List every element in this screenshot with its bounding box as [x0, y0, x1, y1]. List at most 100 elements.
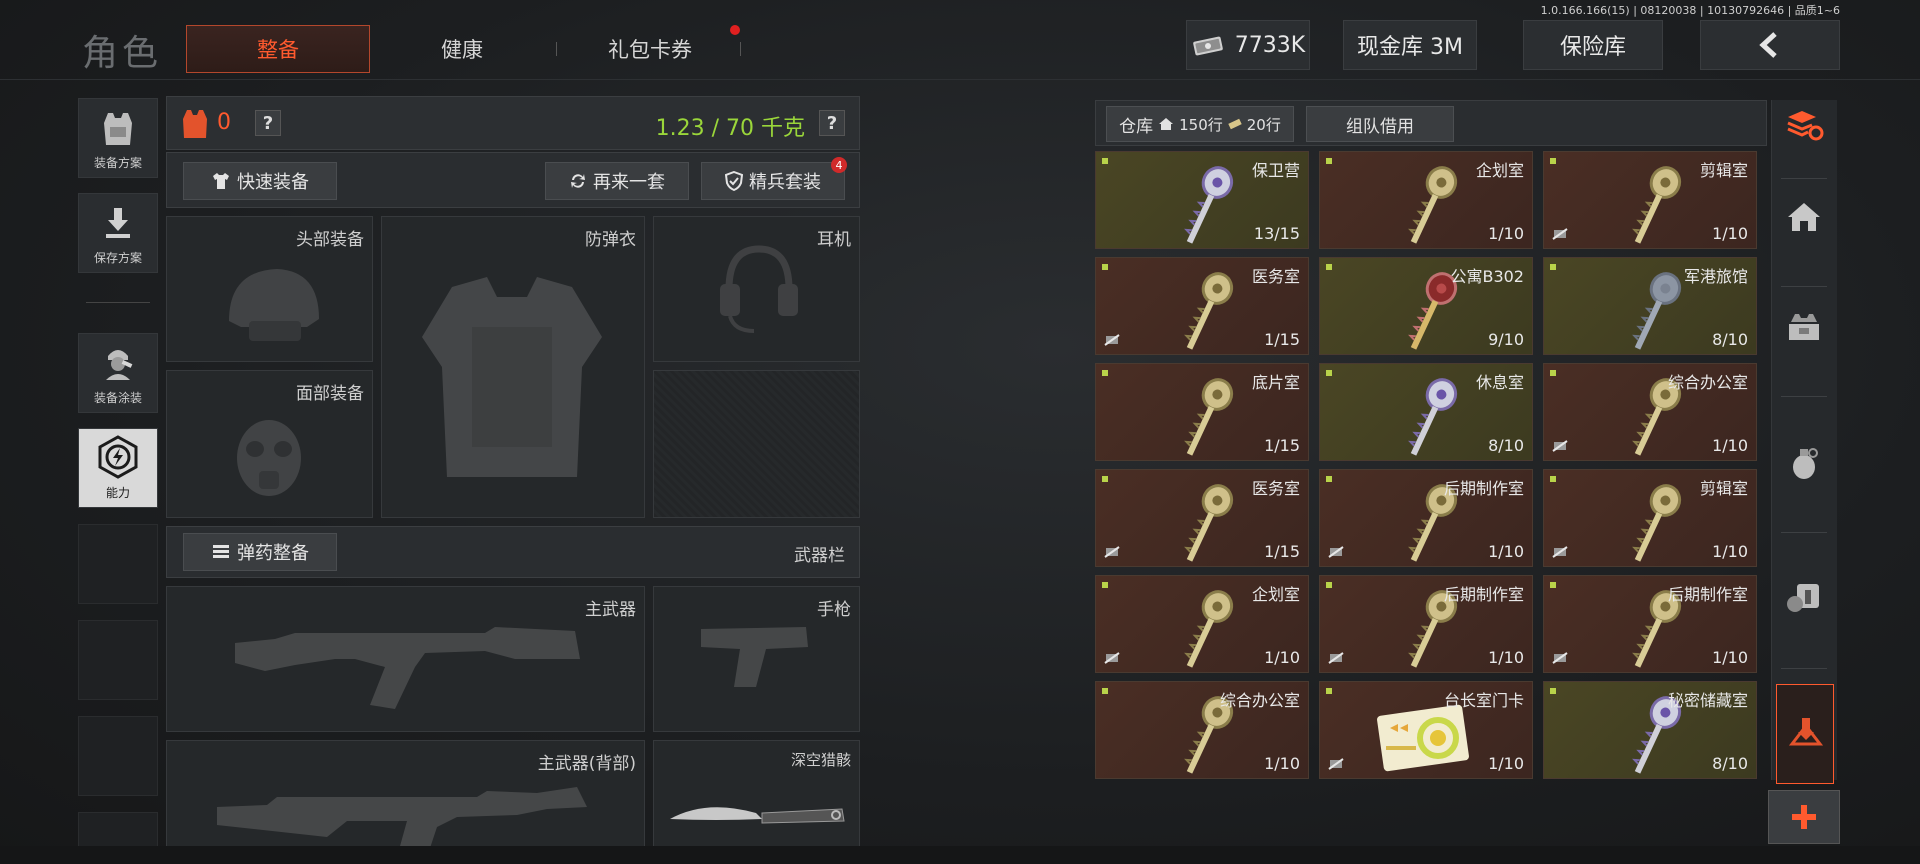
elite-set-button[interactable]: 精兵套装	[701, 162, 845, 200]
weight-display: 1.23 / 70 千克	[655, 116, 805, 141]
tab-gift-cards[interactable]: 礼包卡券	[580, 25, 720, 73]
currency-display[interactable]: 7733K	[1186, 20, 1310, 70]
warehouse-item[interactable]: 医务室 1/15	[1095, 257, 1309, 355]
cash-vault-button[interactable]: 现金库 3M	[1343, 20, 1477, 70]
sidebar-item-label: 能力	[105, 486, 130, 500]
key-icon	[1184, 484, 1234, 562]
tab-separator	[740, 42, 741, 56]
item-quantity: 1/10	[1488, 754, 1524, 773]
item-name: 企划室	[1475, 161, 1524, 180]
sidebar-item-save-plan[interactable]: 保存方案	[78, 193, 158, 273]
new-item-marker	[1326, 476, 1332, 482]
new-item-marker	[1550, 370, 1556, 376]
item-name: 剪辑室	[1699, 161, 1748, 180]
warehouse-item[interactable]: 秘密储藏室 8/10	[1543, 681, 1757, 779]
quick-equip-button[interactable]: 快速装备	[183, 162, 337, 200]
sidebar-item-label: 装备方案	[93, 156, 142, 170]
rail-divider	[1781, 532, 1827, 533]
warehouse-item[interactable]: 休息室 8/10	[1319, 363, 1533, 461]
rail-home-button[interactable]	[1777, 190, 1831, 244]
slot-label: 主武器(背部)	[537, 754, 636, 774]
insurance-vault-button[interactable]: 保险库	[1523, 20, 1663, 70]
item-quantity: 9/10	[1488, 330, 1524, 349]
pistol-slot[interactable]: 手枪	[653, 586, 860, 732]
rail-tools-button[interactable]	[1776, 684, 1834, 784]
rail-grenade-button[interactable]	[1777, 436, 1831, 490]
warehouse-item[interactable]: 综合办公室 1/10	[1095, 681, 1309, 779]
sidebar-item-skin[interactable]: 装备涂装	[78, 333, 158, 413]
warehouse-tab[interactable]: 仓库 150行 20行	[1106, 106, 1294, 142]
rail-add-button[interactable]	[1768, 790, 1840, 844]
item-name: 保卫营	[1251, 161, 1300, 180]
warehouse-item[interactable]: 综合办公室 1/10	[1543, 363, 1757, 461]
sidebar-item-ability[interactable]: 能力	[78, 428, 158, 508]
sidebar-item-loadout-plan[interactable]: 装备方案	[78, 98, 158, 178]
item-quantity: 1/10	[1488, 224, 1524, 243]
key-icon	[1632, 484, 1682, 562]
warehouse-item[interactable]: 后期制作室 1/10	[1319, 469, 1533, 567]
rail-layers-button[interactable]	[1777, 98, 1831, 152]
warehouse-tab-label: 仓库	[1119, 116, 1154, 137]
new-item-marker	[1102, 264, 1108, 270]
item-quantity: 13/15	[1253, 224, 1300, 243]
no-insure-icon	[1104, 652, 1120, 664]
warehouse-item[interactable]: 军港旅馆 8/10	[1543, 257, 1757, 355]
download-icon	[106, 208, 130, 238]
sidebar-item-label: 装备涂装	[93, 391, 142, 405]
again-set-label: 再来一套	[593, 172, 665, 193]
shield-icon	[725, 171, 743, 191]
warehouse-item[interactable]: 剪辑室 1/10	[1543, 469, 1757, 567]
no-insure-icon	[1552, 440, 1568, 452]
warehouse-item[interactable]: 底片室 1/15	[1095, 363, 1309, 461]
gear-status-bar: 0 ? 1.23 / 70 千克 ?	[166, 96, 860, 150]
face-gear-slot[interactable]: 面部装备	[166, 370, 373, 518]
rail-medkit-button[interactable]	[1777, 570, 1831, 624]
tab-health[interactable]: 健康	[392, 25, 532, 73]
warehouse-item[interactable]: 保卫营 13/15	[1095, 151, 1309, 249]
new-item-marker	[1326, 264, 1332, 270]
vest-box-icon	[1789, 314, 1819, 340]
assault-rifle-icon	[217, 787, 587, 857]
warehouse-item[interactable]: 公寓B302 9/10	[1319, 257, 1533, 355]
chevron-left-icon	[1759, 32, 1777, 58]
head-gear-slot[interactable]: 头部装备	[166, 216, 373, 362]
warehouse-item[interactable]: 剪辑室 1/10	[1543, 151, 1757, 249]
item-name: 后期制作室	[1667, 585, 1748, 604]
warehouse-item[interactable]: 医务室 1/15	[1095, 469, 1309, 567]
soldier-icon	[106, 350, 133, 380]
warehouse-item[interactable]: 企划室 1/10	[1319, 151, 1533, 249]
warehouse-item[interactable]: 后期制作室 1/10	[1543, 575, 1757, 673]
bottom-strip	[0, 846, 1920, 864]
item-quantity: 1/10	[1264, 648, 1300, 667]
sidebar-empty-slot	[78, 716, 158, 796]
vest-slot[interactable]: 防弹衣	[381, 216, 645, 518]
top-bar: 1.0.166.166(15) | 08120038 | 10130792646…	[0, 0, 1920, 80]
melee-slot[interactable]: 深空猎骸	[653, 740, 860, 850]
item-quantity: 1/15	[1264, 330, 1300, 349]
warehouse-item[interactable]: 后期制作室 1/10	[1319, 575, 1533, 673]
again-set-button[interactable]: 再来一套	[545, 162, 689, 200]
weight-help-icon[interactable]: ?	[819, 110, 845, 136]
warehouse-item[interactable]: 台长室门卡 1/10	[1319, 681, 1533, 779]
item-quantity: 1/10	[1712, 542, 1748, 561]
tab-equip[interactable]: 整备	[186, 25, 370, 73]
weapon-bar: 弹药整备 武器栏	[166, 526, 860, 578]
primary-weapon-slot[interactable]: 主武器	[166, 586, 645, 732]
slot-label: 深空猎骸	[790, 751, 851, 769]
rail-equipment-box-button[interactable]	[1777, 300, 1831, 354]
help-icon[interactable]: ?	[255, 110, 281, 136]
new-item-marker	[1102, 476, 1108, 482]
rail-divider	[1781, 396, 1827, 397]
new-item-marker	[1326, 370, 1332, 376]
no-insure-icon	[1552, 546, 1568, 558]
key-icon	[1408, 378, 1458, 456]
page-title: 角色	[82, 33, 163, 74]
earpiece-slot[interactable]: 耳机	[653, 216, 860, 362]
body-armor-icon	[422, 277, 602, 477]
warehouse-item[interactable]: 企划室 1/10	[1095, 575, 1309, 673]
ammo-icon	[213, 545, 229, 558]
back-button[interactable]	[1700, 20, 1840, 70]
team-borrow-tab[interactable]: 组队借用	[1306, 106, 1454, 142]
ammo-equip-button[interactable]: 弹药整备	[183, 533, 337, 571]
back-weapon-slot[interactable]: 主武器(背部)	[166, 740, 645, 857]
